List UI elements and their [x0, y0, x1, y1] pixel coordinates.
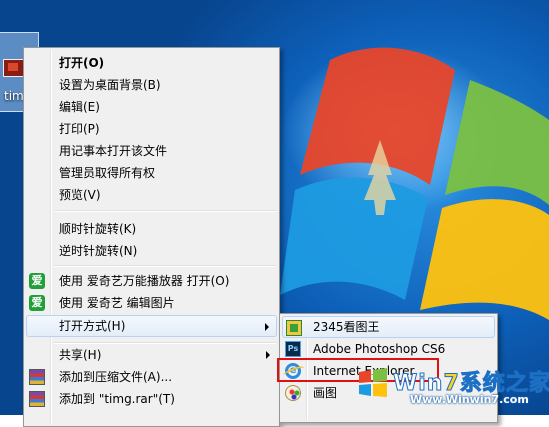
menu-item-take-ownership[interactable]: 管理员取得所有权 — [26, 162, 277, 184]
submenu-arrow-icon — [265, 323, 269, 331]
menu-item-share[interactable]: 共享(H) — [26, 344, 277, 366]
menu-item-label: 设置为桌面背景(B) — [59, 78, 161, 92]
watermark-url: Www.Winwin7.com — [410, 393, 529, 406]
windows-flag-watermark-icon — [359, 368, 387, 397]
menu-item-open[interactable]: 打开(O) — [26, 52, 277, 74]
submenu-item-label: 画图 — [313, 386, 338, 400]
menu-item-add-to-timg-rar[interactable]: 添加到 "timg.rar"(T) — [26, 388, 277, 410]
menu-item-open-with[interactable]: 打开方式(H) — [26, 315, 277, 337]
image-thumbnail-icon — [3, 59, 25, 77]
menu-item-set-desktop-background[interactable]: 设置为桌面背景(B) — [26, 74, 277, 96]
menu-item-preview[interactable]: 预览(V) — [26, 184, 277, 206]
menu-item-print[interactable]: 打印(P) — [26, 118, 277, 140]
image-viewer-2345-icon — [286, 320, 302, 336]
photoshop-icon: Ps — [285, 341, 301, 357]
menu-item-open-with-iqiyi-player[interactable]: 爱 使用 爱奇艺万能播放器 打开(O) — [26, 270, 277, 292]
paint-icon — [285, 385, 301, 401]
iqiyi-icon: 爱 — [29, 273, 45, 289]
iqiyi-icon: 爱 — [29, 295, 45, 311]
menu-item-label: 顺时针旋转(K) — [59, 222, 137, 236]
menu-item-rotate-clockwise[interactable]: 顺时针旋转(K) — [26, 218, 277, 240]
menu-item-open-with-notepad[interactable]: 用记事本打开该文件 — [26, 140, 277, 162]
menu-item-label: 用记事本打开该文件 — [59, 144, 168, 158]
submenu-item-label: Adobe Photoshop CS6 — [313, 342, 446, 356]
menu-separator — [54, 210, 276, 212]
menu-item-label: 打开(O) — [59, 56, 105, 70]
menu-separator — [54, 265, 276, 267]
menu-item-label: 添加到 "timg.rar"(T) — [59, 392, 175, 406]
menu-item-add-to-archive[interactable]: 添加到压缩文件(A)... — [26, 366, 277, 388]
submenu-item-label: 2345看图王 — [313, 320, 380, 334]
winrar-icon — [29, 391, 45, 407]
context-menu: 打开(O) 设置为桌面背景(B) 编辑(E) 打印(P) 用记事本打开该文件 管… — [23, 47, 280, 427]
menu-item-label: 打印(P) — [59, 122, 100, 136]
menu-item-edit-with-iqiyi[interactable]: 爱 使用 爱奇艺 编辑图片 — [26, 292, 277, 314]
menu-item-edit[interactable]: 编辑(E) — [26, 96, 277, 118]
menu-item-label: 预览(V) — [59, 188, 101, 202]
menu-item-label: 添加到压缩文件(A)... — [59, 370, 173, 384]
winrar-icon — [29, 369, 45, 385]
menu-item-rotate-counterclockwise[interactable]: 逆时针旋转(N) — [26, 240, 277, 262]
menu-item-label: 共享(H) — [59, 348, 102, 362]
menu-item-label: 使用 爱奇艺 编辑图片 — [59, 296, 175, 310]
menu-item-label: 编辑(E) — [59, 100, 100, 114]
menu-item-label: 逆时针旋转(N) — [59, 244, 138, 258]
menu-item-label: 使用 爱奇艺万能播放器 打开(O) — [59, 274, 230, 288]
submenu-item-2345-viewer[interactable]: 2345看图王 — [282, 316, 495, 338]
submenu-arrow-icon — [266, 351, 270, 359]
submenu-item-photoshop[interactable]: Ps Adobe Photoshop CS6 — [282, 338, 495, 360]
menu-item-label: 打开方式(H) — [59, 319, 126, 333]
menu-item-label: 管理员取得所有权 — [59, 166, 156, 180]
